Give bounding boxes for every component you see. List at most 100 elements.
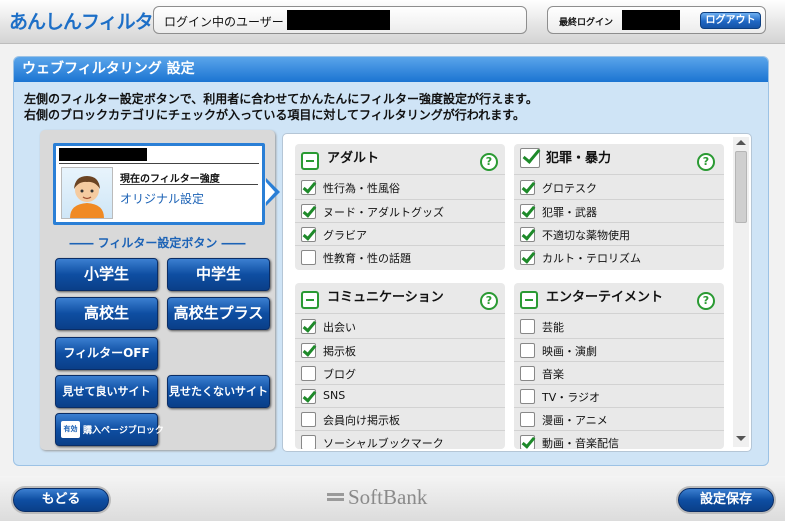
bottom-bar: もどる SoftBank 設定保存 — [0, 476, 785, 521]
divider — [295, 338, 505, 339]
divider — [514, 222, 724, 223]
logout-button[interactable]: ログアウト — [700, 12, 761, 29]
checkbox[interactable] — [520, 250, 535, 265]
checkbox[interactable] — [301, 319, 316, 334]
scroll-thumb[interactable] — [735, 151, 747, 223]
redacted-username — [287, 10, 390, 30]
divider — [295, 361, 505, 362]
blocked-sites-button[interactable]: 見せたくないサイト — [167, 375, 270, 408]
divider — [514, 384, 724, 385]
profile-card: 現在のフィルター強度 オリジナル設定 — [53, 143, 265, 225]
divider — [295, 313, 505, 314]
minus-icon[interactable] — [301, 291, 319, 309]
back-button[interactable]: もどる — [13, 488, 109, 512]
checkbox[interactable] — [301, 250, 316, 265]
current-user-label: ログイン中のユーザー — [164, 15, 284, 29]
checkbox[interactable] — [520, 435, 535, 449]
divider — [295, 222, 505, 223]
purchase-page-block-button[interactable]: 有効 購入ページブロック — [55, 413, 164, 446]
checkbox[interactable] — [520, 227, 535, 242]
avatar — [61, 167, 113, 219]
checkbox[interactable] — [301, 412, 316, 427]
scroll-up-arrow-icon[interactable] — [736, 140, 746, 145]
last-login-box: 最終ログイン ログアウト — [547, 6, 766, 34]
redacted-last-login — [622, 10, 680, 30]
checkbox[interactable] — [301, 435, 316, 449]
checkbox[interactable] — [301, 227, 316, 242]
app-title: あんしんフィルター — [9, 11, 172, 33]
scroll-down-arrow-icon[interactable] — [736, 436, 746, 441]
category-crime-name: 犯罪・暴力 — [546, 151, 612, 166]
top-bar: あんしんフィルター ログイン中のユーザー 最終ログイン ログアウト — [0, 0, 785, 44]
divider — [295, 430, 505, 431]
help-icon[interactable]: ? — [697, 292, 715, 310]
checkmark-icon[interactable] — [520, 148, 540, 168]
divider — [295, 174, 505, 175]
last-login-label: 最終ログイン — [559, 18, 614, 28]
category-list: アダルト ? 性行為・性風俗 ヌード・アダルトグッズ グラビア 性教育・性の話題… — [282, 133, 752, 452]
checkbox[interactable] — [520, 343, 535, 358]
filter-buttons-header: ―― フィルター設定ボタン ―― — [69, 236, 246, 250]
divider — [295, 384, 505, 385]
checkbox[interactable] — [301, 204, 316, 219]
redacted-profile-name — [59, 148, 147, 161]
divider — [514, 313, 724, 314]
divider — [120, 184, 258, 185]
filter-off-button[interactable]: フィルターOFF — [55, 337, 158, 370]
checkbox[interactable] — [301, 343, 316, 358]
divider — [514, 361, 724, 362]
purchase-page-block-label: 購入ページブロック — [83, 426, 164, 436]
checkbox[interactable] — [301, 180, 316, 195]
category-entertainment: エンターテイメント ? 芸能 映画・演劇 音楽 TV・ラジオ 漫画・アニメ 動画… — [514, 283, 724, 449]
elementary-school-button[interactable]: 小学生 — [55, 258, 158, 291]
divider — [514, 174, 724, 175]
category-adult-name: アダルト — [327, 151, 380, 166]
minus-icon[interactable] — [301, 152, 319, 170]
softbank-logo-text: SoftBank — [348, 485, 428, 509]
checkbox[interactable] — [520, 319, 535, 334]
category-crime-header: 犯罪・暴力 ? — [514, 144, 724, 174]
high-school-plus-button[interactable]: 高校生プラス — [167, 297, 270, 330]
softbank-logo-bars-icon — [327, 493, 344, 505]
divider — [295, 245, 505, 246]
description-line-1: 左側のフィルター設定ボタンで、利用者に合わせてかんたんにフィルター強度設定が行え… — [24, 92, 538, 106]
minus-icon[interactable] — [520, 291, 538, 309]
category-crime-violence: 犯罪・暴力 ? グロテスク 犯罪・武器 不適切な薬物使用 カルト・テロリズム — [514, 144, 724, 270]
divider — [514, 245, 724, 246]
divider — [295, 199, 505, 200]
category-entertainment-name: エンターテイメント — [546, 290, 664, 305]
allowed-sites-button[interactable]: 見せて良いサイト — [55, 375, 158, 408]
help-icon[interactable]: ? — [480, 153, 498, 171]
divider — [59, 163, 259, 164]
save-settings-button[interactable]: 設定保存 — [678, 488, 774, 512]
category-communication-name: コミュニケーション — [327, 290, 444, 305]
current-user-field: ログイン中のユーザー — [153, 6, 527, 34]
category-scrollbar[interactable] — [733, 137, 749, 447]
checkbox[interactable] — [301, 389, 316, 404]
enabled-badge: 有効 — [61, 421, 80, 438]
divider — [295, 407, 505, 408]
web-filtering-panel: ウェブフィルタリング 設定 左側のフィルター設定ボタンで、利用者に合わせてかんた… — [13, 56, 769, 466]
panel-title: ウェブフィルタリング 設定 — [14, 57, 768, 82]
description-line-2: 右側のブロックカテゴリにチェックが入っている項目に対してフィルタリングが行われま… — [24, 108, 526, 122]
category-communication: コミュニケーション ? 出会い 掲示板 ブログ SNS 会員向け掲示板 ソーシャ… — [295, 283, 505, 449]
divider — [514, 430, 724, 431]
checkbox[interactable] — [520, 389, 535, 404]
divider — [514, 407, 724, 408]
checkbox[interactable] — [520, 204, 535, 219]
pointer-arrow-inner — [265, 181, 275, 203]
checkbox[interactable] — [520, 412, 535, 427]
help-icon[interactable]: ? — [480, 292, 498, 310]
child-avatar-icon — [70, 176, 104, 218]
checkbox[interactable] — [520, 366, 535, 381]
checkbox[interactable] — [520, 180, 535, 195]
junior-high-button[interactable]: 中学生 — [167, 258, 270, 291]
divider — [514, 338, 724, 339]
high-school-button[interactable]: 高校生 — [55, 297, 158, 330]
category-adult: アダルト ? 性行為・性風俗 ヌード・アダルトグッズ グラビア 性教育・性の話題 — [295, 144, 505, 270]
softbank-logo: SoftBank — [327, 485, 457, 511]
category-adult-header: アダルト ? — [295, 144, 505, 174]
filter-strength-value: オリジナル設定 — [120, 192, 205, 206]
help-icon[interactable]: ? — [697, 153, 715, 171]
checkbox[interactable] — [301, 366, 316, 381]
